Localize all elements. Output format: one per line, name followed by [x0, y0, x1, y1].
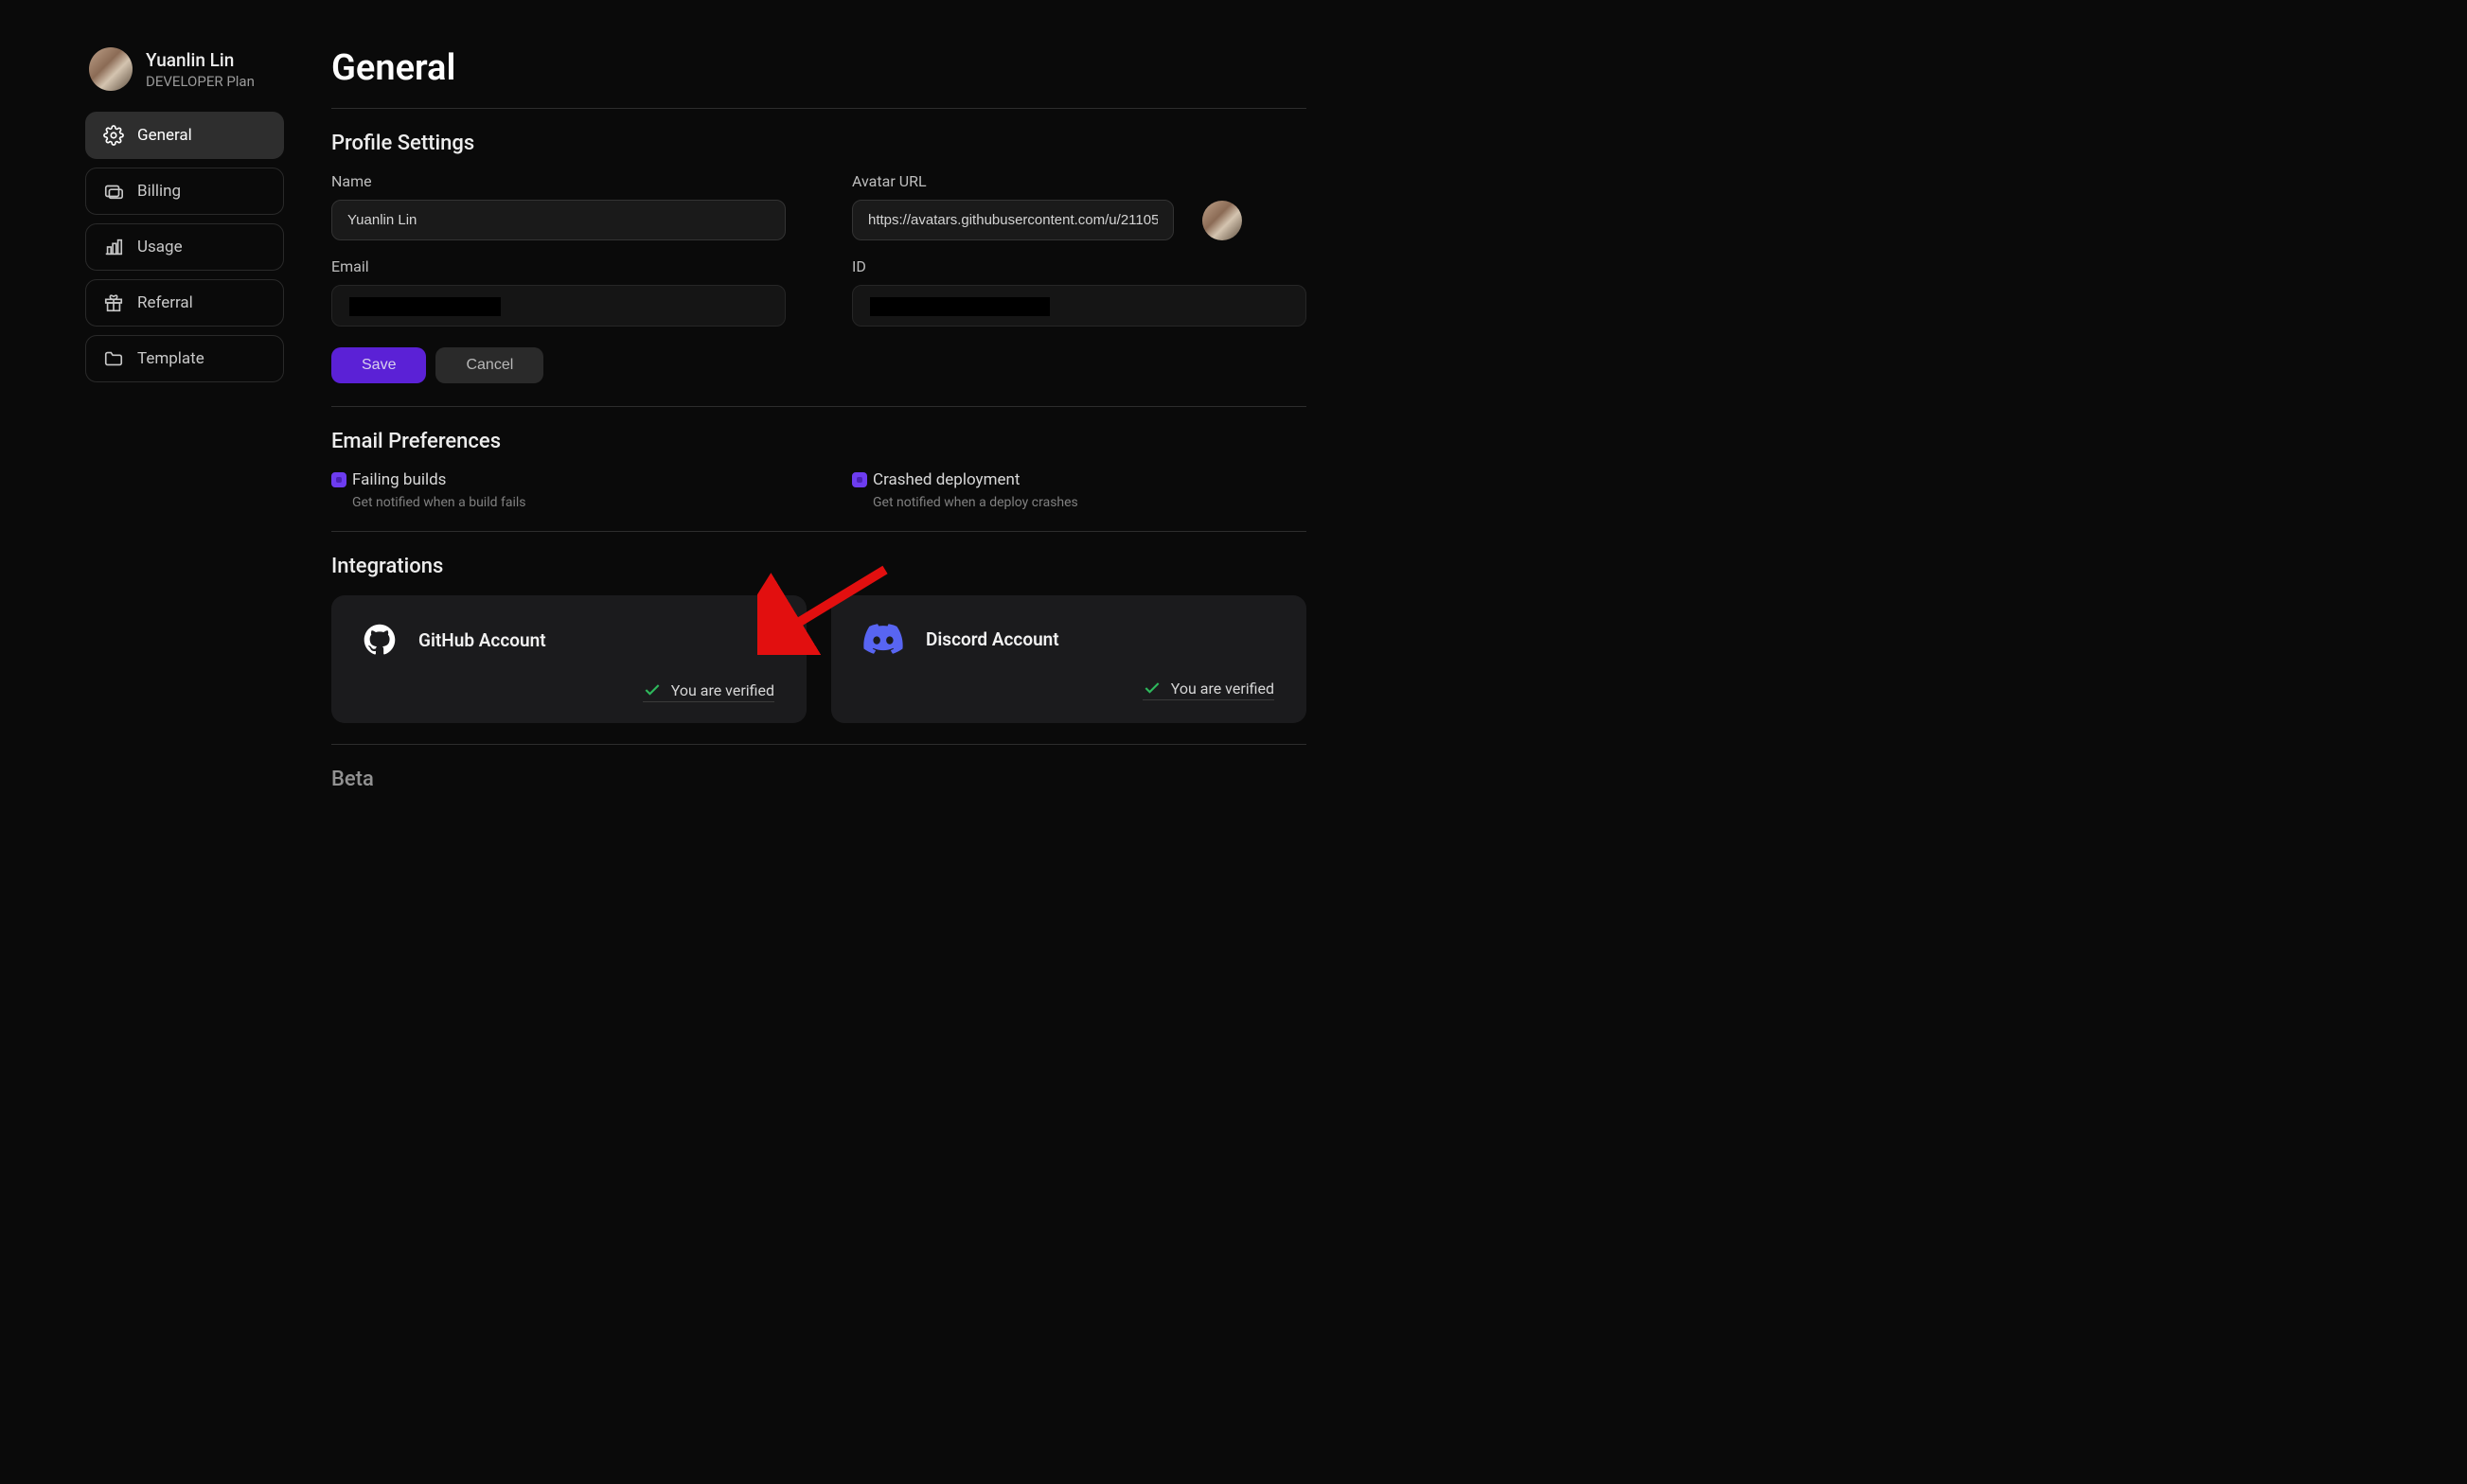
integration-status: You are verified: [643, 680, 774, 702]
pref-subtitle: Get notified when a build fails: [352, 495, 786, 510]
save-button[interactable]: Save: [331, 347, 426, 383]
sidebar-item-label: Template: [137, 349, 204, 368]
verified-text: You are verified: [671, 681, 774, 699]
sidebar-item-usage[interactable]: Usage: [85, 223, 284, 271]
pref-subtitle: Get notified when a deploy crashes: [873, 495, 1306, 510]
divider: [331, 531, 1306, 532]
sidebar-item-label: Billing: [137, 182, 181, 201]
avatar-label: Avatar URL: [852, 172, 1306, 190]
avatar-url-input[interactable]: [852, 200, 1174, 240]
chart-icon: [103, 237, 124, 257]
id-label: ID: [852, 257, 1306, 275]
folder-icon: [103, 348, 124, 369]
integration-discord: Discord Account You are verified: [831, 595, 1306, 723]
sidebar: Yuanlin Lin DEVELOPER Plan General Billi…: [85, 47, 284, 791]
sidebar-item-template[interactable]: Template: [85, 335, 284, 382]
pref-crashed-deployment: Crashed deployment Get notified when a d…: [852, 470, 1306, 510]
pref-failing-builds: Failing builds Get notified when a build…: [331, 470, 786, 510]
integration-title: Discord Account: [926, 628, 1059, 650]
integration-github: GitHub Account You are verified: [331, 595, 807, 723]
check-icon: [643, 680, 662, 699]
avatar-preview: [1202, 201, 1242, 240]
checkbox-failing-builds[interactable]: [331, 472, 346, 487]
integration-title: GitHub Account: [418, 629, 546, 651]
pref-title: Crashed deployment: [873, 470, 1020, 489]
pref-title: Failing builds: [352, 470, 446, 489]
user-name: Yuanlin Lin: [146, 49, 255, 71]
page-title: General: [331, 47, 1306, 89]
discord-icon: [863, 624, 903, 654]
sidebar-item-label: Usage: [137, 238, 183, 256]
section-email-prefs: Email Preferences: [331, 430, 1306, 453]
sidebar-nav: General Billing Usage Referral Template: [85, 112, 284, 382]
sidebar-item-label: General: [137, 126, 192, 145]
sidebar-item-general[interactable]: General: [85, 112, 284, 159]
section-beta: Beta: [331, 768, 1306, 791]
main-content: General Profile Settings Name Avatar URL…: [331, 47, 1306, 791]
email-input[interactable]: [331, 285, 786, 327]
check-icon: [1143, 679, 1162, 698]
name-label: Name: [331, 172, 786, 190]
section-integrations: Integrations: [331, 555, 1306, 578]
sidebar-item-billing[interactable]: Billing: [85, 168, 284, 215]
email-label: Email: [331, 257, 786, 275]
verified-text: You are verified: [1171, 680, 1274, 698]
gear-icon: [103, 125, 124, 146]
sidebar-item-referral[interactable]: Referral: [85, 279, 284, 327]
divider: [331, 108, 1306, 109]
checkbox-crashed-deployment[interactable]: [852, 472, 867, 487]
divider: [331, 744, 1306, 745]
section-profile: Profile Settings: [331, 132, 1306, 155]
github-icon: [364, 624, 396, 656]
cancel-button[interactable]: Cancel: [435, 347, 543, 383]
billing-icon: [103, 181, 124, 202]
id-display: [852, 285, 1306, 327]
name-input[interactable]: [331, 200, 786, 240]
user-block: Yuanlin Lin DEVELOPER Plan: [85, 47, 284, 91]
integration-status: You are verified: [1143, 679, 1274, 700]
avatar: [89, 47, 133, 91]
user-plan: DEVELOPER Plan: [146, 73, 255, 90]
divider: [331, 406, 1306, 407]
sidebar-item-label: Referral: [137, 293, 193, 312]
gift-icon: [103, 292, 124, 313]
